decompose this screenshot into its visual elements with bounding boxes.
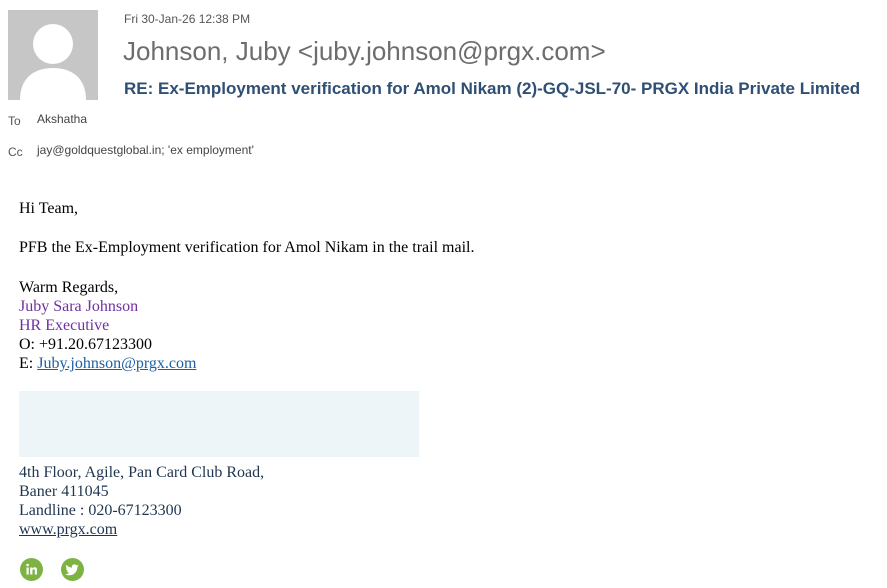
cc-label: Cc bbox=[8, 145, 23, 159]
landline: Landline : 020-67123300 bbox=[19, 502, 182, 519]
to-label: To bbox=[8, 114, 21, 128]
signature-email-row: E: Juby.johnson@prgx.com bbox=[19, 354, 196, 373]
signature-name: Juby Sara Johnson bbox=[19, 298, 139, 315]
address-line-2: Baner 411045 bbox=[19, 483, 109, 500]
signature-phone: O: +91.20.67123300 bbox=[19, 336, 153, 353]
sender-avatar bbox=[8, 10, 98, 100]
signature-banner-image bbox=[19, 391, 419, 457]
sender-name[interactable]: Johnson, Juby <juby.johnson@prgx.com> bbox=[123, 36, 606, 67]
linkedin-icon[interactable] bbox=[20, 558, 43, 581]
email-subject: RE: Ex-Employment verification for Amol … bbox=[124, 79, 861, 98]
signature-title: HR Executive bbox=[19, 317, 110, 334]
email-prefix: E: bbox=[19, 355, 38, 372]
address-line-1: 4th Floor, Agile, Pan Card Club Road, bbox=[19, 464, 265, 481]
website-link[interactable]: www.prgx.com bbox=[19, 520, 117, 539]
cc-recipients[interactable]: jay@goldquestglobal.in; 'ex employment' bbox=[37, 143, 254, 157]
closing: Warm Regards, bbox=[19, 279, 119, 296]
message-line: PFB the Ex-Employment verification for A… bbox=[19, 239, 475, 256]
to-recipient[interactable]: Akshatha bbox=[37, 112, 87, 126]
person-silhouette-icon bbox=[20, 24, 86, 100]
greeting: Hi Team, bbox=[19, 200, 79, 217]
twitter-icon[interactable] bbox=[61, 558, 84, 581]
sent-time: Fri 30-Jan-26 12:38 PM bbox=[124, 12, 251, 26]
signature-email-link[interactable]: Juby.johnson@prgx.com bbox=[37, 355, 196, 372]
